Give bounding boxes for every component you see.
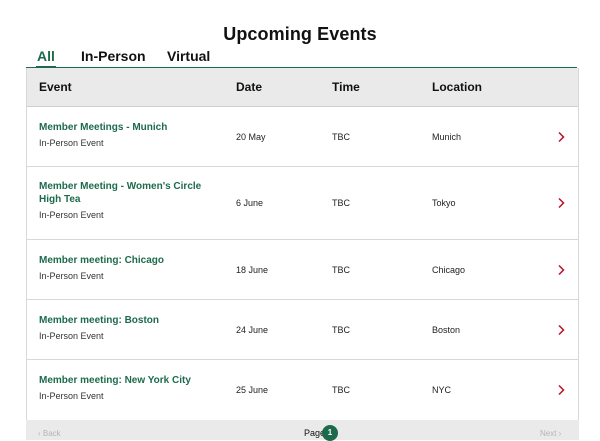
event-location: Tokyo xyxy=(432,198,456,208)
event-tabs: All In-Person Virtual xyxy=(26,48,577,69)
table-row[interactable]: Member Meeting - Women's Circle High Tea… xyxy=(27,167,578,240)
table-row[interactable]: Member meeting: Boston In-Person Event 2… xyxy=(27,300,578,360)
table-row[interactable]: Member meeting: Chicago In-Person Event … xyxy=(27,240,578,300)
events-table: Event Date Time Location Member Meetings… xyxy=(26,68,579,422)
event-title-link[interactable]: Member meeting: New York City xyxy=(39,374,214,387)
event-location: NYC xyxy=(432,385,452,395)
column-header-event: Event xyxy=(39,80,72,94)
event-time: TBC xyxy=(332,198,350,208)
event-time: TBC xyxy=(332,265,350,275)
event-location: Munich xyxy=(432,132,462,142)
event-date: 24 June xyxy=(236,325,269,335)
event-location: Boston xyxy=(432,325,461,335)
pagination: ‹ Back Page 1 Next › xyxy=(26,420,579,441)
event-date: 18 June xyxy=(236,265,269,275)
column-header-date: Date xyxy=(236,80,263,94)
event-date: 25 June xyxy=(236,385,269,395)
table-header: Event Date Time Location xyxy=(27,68,578,107)
chevron-right-icon[interactable] xyxy=(556,131,566,143)
event-type: In-Person Event xyxy=(39,331,104,341)
next-button[interactable]: Next › xyxy=(540,429,561,438)
chevron-right-icon[interactable] xyxy=(556,197,566,209)
event-title-link[interactable]: Member Meeting - Women's Circle High Tea xyxy=(39,180,214,206)
chevron-right-icon[interactable] xyxy=(556,384,566,396)
event-type: In-Person Event xyxy=(39,210,104,220)
tab-virtual[interactable]: Virtual xyxy=(167,48,210,65)
tab-all[interactable]: All xyxy=(36,48,56,69)
event-time: TBC xyxy=(332,385,350,395)
event-location: Chicago xyxy=(432,265,466,275)
event-title-link[interactable]: Member meeting: Boston xyxy=(39,314,214,327)
column-header-location: Location xyxy=(432,80,482,94)
column-header-time: Time xyxy=(332,80,360,94)
tab-in-person[interactable]: In-Person xyxy=(81,48,146,65)
page-title: Upcoming Events xyxy=(223,24,377,44)
event-type: In-Person Event xyxy=(39,138,104,148)
back-button[interactable]: ‹ Back xyxy=(38,429,61,438)
event-title-link[interactable]: Member meeting: Chicago xyxy=(39,254,214,267)
table-row[interactable]: Member Meetings - Munich In-Person Event… xyxy=(27,107,578,167)
current-page-number[interactable]: 1 xyxy=(322,425,338,441)
event-date: 6 June xyxy=(236,198,264,208)
event-type: In-Person Event xyxy=(39,271,104,281)
chevron-right-icon[interactable] xyxy=(556,264,566,276)
chevron-right-icon[interactable] xyxy=(556,324,566,336)
event-time: TBC xyxy=(332,132,350,142)
event-date: 20 May xyxy=(236,132,266,142)
event-type: In-Person Event xyxy=(39,391,104,401)
event-title-link[interactable]: Member Meetings - Munich xyxy=(39,121,214,134)
table-row[interactable]: Member meeting: New York City In-Person … xyxy=(27,360,578,421)
event-time: TBC xyxy=(332,325,350,335)
